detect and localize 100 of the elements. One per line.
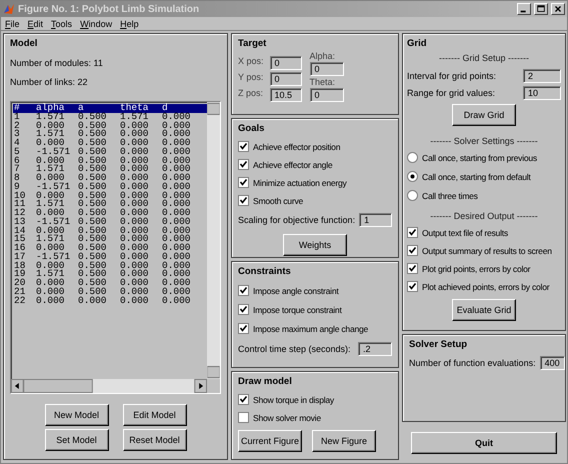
checkbox-label: Impose maximum angle change bbox=[253, 324, 368, 334]
checkbox[interactable] bbox=[407, 263, 418, 274]
field-label: X pos: bbox=[238, 56, 264, 68]
text-field[interactable]: 0 bbox=[310, 88, 344, 102]
checkbox[interactable] bbox=[238, 195, 249, 206]
list-row[interactable]: 11 1.571 0.500 0.000 0.000 bbox=[13, 200, 207, 209]
text-field[interactable]: 1 bbox=[359, 213, 392, 227]
checkbox-label: Impose angle constraint bbox=[253, 286, 338, 296]
radio-label: Call once, starting from default bbox=[422, 172, 531, 182]
list-row[interactable]: 17 -1.571 0.500 0.000 0.000 bbox=[13, 252, 207, 262]
list-row[interactable]: 4 0.000 0.500 0.000 0.000 bbox=[13, 139, 207, 148]
list-row[interactable]: 2 0.000 0.500 0.000 0.000 bbox=[13, 122, 207, 130]
panel-title: Constraints bbox=[238, 266, 292, 277]
list-row[interactable]: 22 0.000 0.000 0.000 0.000 bbox=[13, 296, 207, 306]
push-button[interactable]: Evaluate Grid bbox=[452, 299, 516, 321]
list-row[interactable]: 20 0.000 0.500 0.000 0.000 bbox=[13, 279, 207, 288]
text-field[interactable]: 10 bbox=[523, 86, 561, 100]
push-button[interactable]: Reset Model bbox=[122, 429, 186, 451]
close-icon[interactable] bbox=[551, 3, 565, 15]
field-label: Control time step (seconds): bbox=[238, 344, 351, 354]
text-field[interactable]: 0 bbox=[270, 56, 302, 70]
checkbox[interactable] bbox=[238, 323, 249, 334]
list-row[interactable]: 18 0.000 0.500 0.000 0.000 bbox=[13, 262, 207, 270]
modules-count: Number of modules: 11 bbox=[10, 58, 104, 68]
checkbox-label: Show torque in display bbox=[253, 394, 334, 404]
push-button[interactable]: New Figure bbox=[312, 430, 376, 452]
menu-item[interactable]: Tools bbox=[51, 18, 72, 28]
panel-title: Target bbox=[238, 38, 268, 49]
list-row[interactable]: 8 0.000 0.500 0.000 0.000 bbox=[13, 174, 207, 183]
checkbox[interactable] bbox=[238, 412, 249, 423]
list-row[interactable]: 12 0.000 0.500 0.000 0.000 bbox=[13, 209, 207, 218]
push-button[interactable]: Draw Grid bbox=[452, 104, 516, 126]
quit-button[interactable]: Quit bbox=[411, 432, 557, 454]
parameter-list[interactable] bbox=[10, 101, 221, 394]
push-button[interactable]: Edit Model bbox=[122, 404, 186, 426]
push-button[interactable]: Weights bbox=[283, 234, 347, 256]
menu-item[interactable]: Edit bbox=[28, 18, 44, 28]
list-row[interactable]: 1 1.571 0.500 1.571 0.000 bbox=[13, 112, 207, 122]
checkbox[interactable] bbox=[238, 159, 249, 170]
list-row[interactable]: 5 -1.571 0.500 0.000 0.000 bbox=[13, 148, 207, 156]
list-row[interactable]: 7 1.571 0.500 0.000 0.000 bbox=[13, 165, 207, 174]
field-label: Number of function evaluations: bbox=[409, 358, 536, 368]
checkbox-label: Impose torque constraint bbox=[253, 304, 342, 314]
list-row[interactable]: # alpha a theta d bbox=[13, 104, 207, 113]
list-row[interactable]: 3 1.571 0.500 0.000 0.000 bbox=[13, 130, 207, 139]
maximize-icon[interactable] bbox=[534, 3, 548, 15]
field-label: Range for grid values: bbox=[407, 88, 496, 98]
checkbox[interactable] bbox=[238, 304, 249, 315]
radio-button[interactable] bbox=[407, 171, 418, 182]
text-field[interactable]: .2 bbox=[358, 342, 392, 356]
menu-item[interactable]: File bbox=[5, 18, 20, 28]
field-label: Y pos: bbox=[238, 72, 264, 84]
text-field[interactable]: 2 bbox=[523, 69, 561, 83]
checkbox-label: Output text file of results bbox=[422, 228, 508, 238]
panel-title: Solver Setup bbox=[409, 339, 468, 350]
push-button[interactable]: Current Figure bbox=[238, 430, 302, 452]
text-field[interactable]: 0 bbox=[270, 72, 302, 86]
field-label: Theta: bbox=[310, 77, 336, 87]
checkbox[interactable] bbox=[238, 177, 249, 188]
section-heading: ------- Grid Setup ------- bbox=[438, 53, 530, 63]
checkbox[interactable] bbox=[407, 281, 418, 292]
field-label: Alpha: bbox=[310, 51, 336, 61]
text-field[interactable]: 0 bbox=[310, 62, 344, 76]
checkbox-label: Achieve effector position bbox=[253, 142, 340, 152]
list-row[interactable]: 21 0.000 0.500 0.000 0.000 bbox=[13, 288, 207, 296]
checkbox[interactable] bbox=[407, 245, 418, 256]
checkbox[interactable] bbox=[238, 285, 249, 296]
minimize-icon[interactable] bbox=[517, 3, 531, 15]
push-button[interactable]: New Model bbox=[44, 404, 108, 426]
menu-item[interactable]: Help bbox=[120, 18, 139, 28]
text-field[interactable]: 400 bbox=[540, 356, 565, 370]
checkbox-label: Plot grid points, errors by color bbox=[422, 264, 530, 274]
list-row[interactable]: 13 -1.571 0.500 0.000 0.000 bbox=[13, 218, 207, 226]
window-title: Figure No. 1: Polybot Limb Simulation bbox=[18, 4, 200, 14]
checkbox-label: Show solver movie bbox=[253, 412, 321, 422]
horizontal-scrollbar[interactable] bbox=[11, 379, 207, 393]
checkbox[interactable] bbox=[238, 394, 249, 405]
checkbox[interactable] bbox=[407, 227, 418, 238]
push-button[interactable]: Set Model bbox=[44, 429, 108, 451]
list-row[interactable]: 10 0.000 0.500 0.000 0.000 bbox=[13, 192, 207, 200]
app-icon bbox=[3, 3, 15, 15]
radio-label: Call three times bbox=[422, 190, 478, 200]
radio-button[interactable] bbox=[407, 190, 418, 201]
menu-item[interactable]: Window bbox=[80, 18, 112, 28]
list-row[interactable]: 15 1.571 0.500 0.000 0.000 bbox=[13, 235, 207, 244]
field-label: Scaling for objective function: bbox=[238, 215, 356, 225]
list-row[interactable]: 19 1.571 0.500 0.000 0.000 bbox=[13, 270, 207, 279]
panel-title: Draw model bbox=[238, 376, 293, 387]
links-count: Number of links: 22 bbox=[10, 77, 89, 87]
list-row[interactable]: 16 0.000 0.500 0.000 0.000 bbox=[13, 244, 207, 253]
checkbox-label: Achieve effector angle bbox=[253, 160, 332, 170]
list-row[interactable]: 9 -1.571 0.500 0.000 0.000 bbox=[13, 182, 207, 192]
vertical-scrollbar[interactable] bbox=[207, 102, 220, 379]
text-field[interactable]: 10.5 bbox=[270, 88, 302, 102]
list-row[interactable]: 6 0.000 0.500 0.000 0.000 bbox=[13, 156, 207, 166]
radio-label: Call once, starting from previous bbox=[422, 152, 537, 162]
list-row[interactable]: 14 0.000 0.500 0.000 0.000 bbox=[13, 226, 207, 236]
radio-button[interactable] bbox=[407, 152, 418, 163]
checkbox[interactable] bbox=[238, 141, 249, 152]
checkbox-label: Minimize actuation energy bbox=[253, 178, 347, 188]
